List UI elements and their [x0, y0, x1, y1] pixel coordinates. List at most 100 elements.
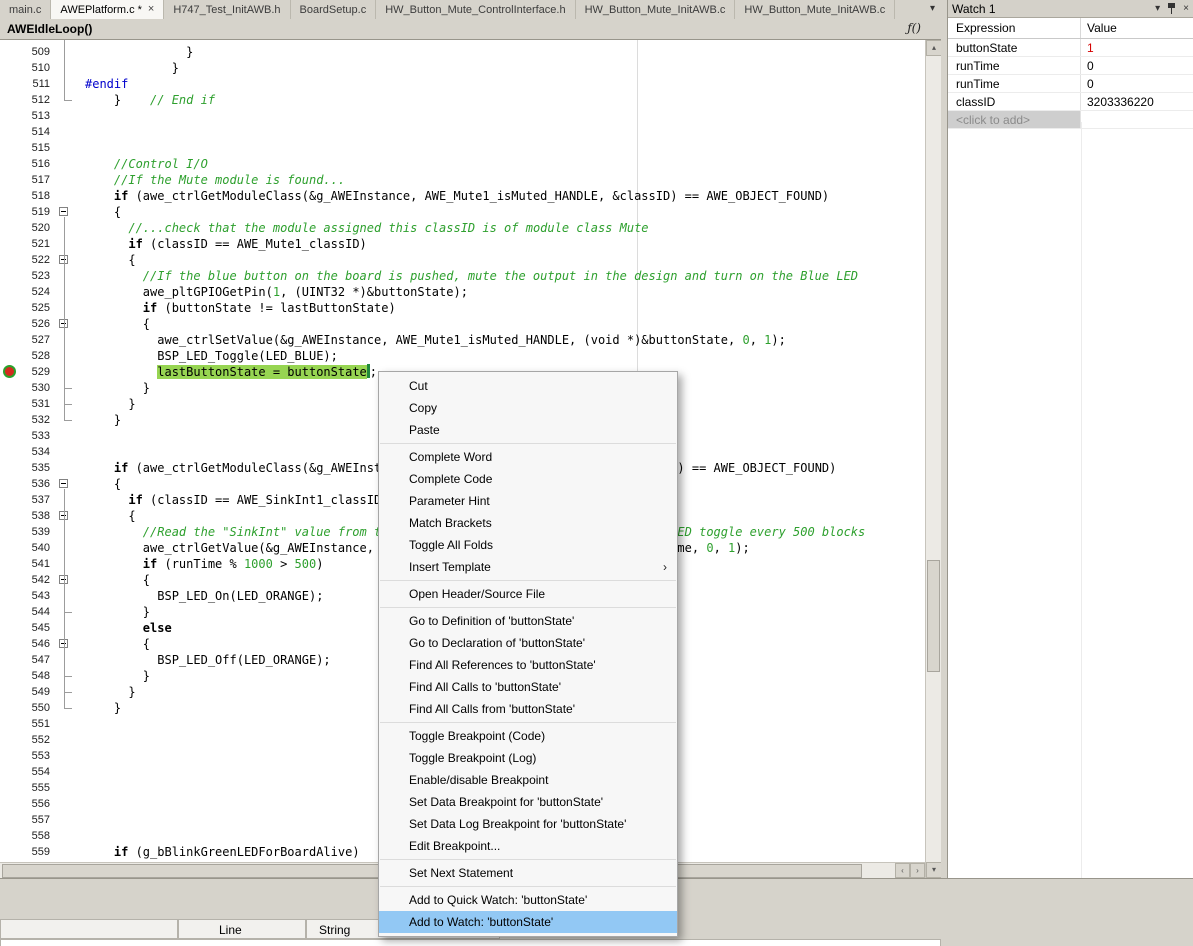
breakpoint-gutter[interactable] — [0, 412, 20, 428]
breakpoint-gutter[interactable] — [0, 140, 20, 156]
code-line[interactable]: 513 — [0, 108, 925, 124]
breakpoint-gutter[interactable] — [0, 220, 20, 236]
breakpoint-gutter[interactable] — [0, 844, 20, 860]
breakpoint-gutter[interactable] — [0, 236, 20, 252]
breakpoint-gutter[interactable] — [0, 764, 20, 780]
context-menu-item[interactable]: Open Header/Source File — [379, 583, 677, 605]
context-menu-item[interactable]: Complete Word — [379, 446, 677, 468]
code-line[interactable]: 512 } // End if — [0, 92, 925, 108]
context-menu-item[interactable]: Go to Declaration of 'buttonState' — [379, 632, 677, 654]
window-menu-icon[interactable]: ▾ — [1155, 4, 1160, 14]
breakpoint-gutter[interactable] — [0, 364, 20, 380]
editor-tab[interactable]: HW_Button_Mute_InitAWB.c — [735, 0, 895, 19]
breakpoint-gutter[interactable] — [0, 444, 20, 460]
breakpoint-gutter[interactable] — [0, 748, 20, 764]
vertical-scrollbar-thumb[interactable] — [927, 560, 940, 672]
code-line[interactable]: 516 //Control I/O — [0, 156, 925, 172]
breakpoint-gutter[interactable] — [0, 188, 20, 204]
watch-row[interactable]: classID3203336220 — [948, 93, 1193, 111]
breakpoint-gutter[interactable] — [0, 524, 20, 540]
scroll-up-icon[interactable]: ▴ — [926, 40, 942, 56]
context-menu-item[interactable]: Set Data Breakpoint for 'buttonState' — [379, 791, 677, 813]
editor-tab[interactable]: HW_Button_Mute_InitAWB.c — [576, 0, 736, 19]
code-line[interactable]: 510 } — [0, 60, 925, 76]
code-line[interactable]: 517 //If the Mute module is found... — [0, 172, 925, 188]
breakpoint-gutter[interactable] — [0, 508, 20, 524]
breakpoint-gutter[interactable] — [0, 332, 20, 348]
pin-icon[interactable] — [1167, 3, 1176, 14]
code-line[interactable]: 514 — [0, 124, 925, 140]
watch-row[interactable]: <click to add> — [948, 111, 1193, 129]
watch-expression[interactable]: <click to add> — [948, 111, 1081, 128]
breakpoint-gutter[interactable] — [0, 636, 20, 652]
breakpoint-gutter[interactable] — [0, 652, 20, 668]
context-menu-item[interactable]: Enable/disable Breakpoint — [379, 769, 677, 791]
fold-collapse-icon[interactable] — [59, 639, 68, 648]
watch-expression[interactable]: runTime — [948, 57, 1081, 74]
fold-collapse-icon[interactable] — [59, 511, 68, 520]
breakpoint-gutter[interactable] — [0, 620, 20, 636]
breakpoint-gutter[interactable] — [0, 300, 20, 316]
breakpoint-gutter[interactable] — [0, 556, 20, 572]
breakpoint-gutter[interactable] — [0, 44, 20, 60]
code-line[interactable]: 515 — [0, 140, 925, 156]
breakpoint-gutter[interactable] — [0, 476, 20, 492]
context-menu-item[interactable]: Find All Calls to 'buttonState' — [379, 676, 677, 698]
context-menu-item[interactable]: Insert Template› — [379, 556, 677, 578]
code-line[interactable]: 518 if (awe_ctrlGetModuleClass(&g_AWEIns… — [0, 188, 925, 204]
breakpoint-gutter[interactable] — [0, 796, 20, 812]
breakpoint-gutter[interactable] — [0, 780, 20, 796]
code-line[interactable]: 511#endif — [0, 76, 925, 92]
value-column-header[interactable]: Value — [1081, 18, 1193, 38]
breakpoint-gutter[interactable] — [0, 572, 20, 588]
code-line[interactable]: 522 { — [0, 252, 925, 268]
watch-expression[interactable]: classID — [948, 93, 1081, 110]
breakpoint-gutter[interactable] — [0, 428, 20, 444]
breakpoint-gutter[interactable] — [0, 284, 20, 300]
breakpoint-gutter[interactable] — [0, 204, 20, 220]
close-icon[interactable]: × — [1183, 4, 1189, 14]
breakpoint-gutter[interactable] — [0, 540, 20, 556]
context-menu-item[interactable]: Edit Breakpoint... — [379, 835, 677, 857]
vertical-scrollbar[interactable]: ▴ ▾ — [925, 40, 941, 878]
breakpoint-gutter[interactable] — [0, 716, 20, 732]
context-menu-item[interactable]: Add to Quick Watch: 'buttonState' — [379, 889, 677, 911]
context-menu-item[interactable]: Add to Watch: 'buttonState' — [379, 911, 677, 933]
breakpoint-gutter[interactable] — [0, 92, 20, 108]
editor-tab[interactable]: main.c — [0, 0, 51, 19]
breakpoint-gutter[interactable] — [0, 124, 20, 140]
breakpoint-gutter[interactable] — [0, 172, 20, 188]
context-menu-item[interactable]: Toggle Breakpoint (Code) — [379, 725, 677, 747]
code-line[interactable]: 528 BSP_LED_Toggle(LED_BLUE); — [0, 348, 925, 364]
context-menu-item[interactable]: Complete Code — [379, 468, 677, 490]
watch-title-bar[interactable]: Watch 1 ▾ × — [948, 0, 1193, 18]
code-line[interactable]: 525 if (buttonState != lastButtonState) — [0, 300, 925, 316]
code-line[interactable]: 519 { — [0, 204, 925, 220]
code-line[interactable]: 520 //...check that the module assigned … — [0, 220, 925, 236]
breakpoint-gutter[interactable] — [0, 828, 20, 844]
editor-tab[interactable]: HW_Button_Mute_ControlInterface.h — [376, 0, 575, 19]
scroll-left-icon[interactable]: ‹ — [895, 863, 910, 878]
breakpoint-gutter[interactable] — [0, 700, 20, 716]
context-menu-item[interactable]: Toggle Breakpoint (Log) — [379, 747, 677, 769]
breakpoint-gutter[interactable] — [0, 252, 20, 268]
tab-list-dropdown-icon[interactable]: ▾ — [930, 3, 935, 14]
breakpoint-gutter[interactable] — [0, 156, 20, 172]
breakpoint-gutter[interactable] — [0, 860, 20, 862]
editor-tab[interactable]: H747_Test_InitAWB.h — [164, 0, 290, 19]
bottom-column-header-line[interactable]: Line — [178, 919, 306, 939]
code-line[interactable]: 521 if (classID == AWE_Mute1_classID) — [0, 236, 925, 252]
breakpoint-gutter[interactable] — [0, 380, 20, 396]
code-line[interactable]: 523 //If the blue button on the board is… — [0, 268, 925, 284]
watch-expression[interactable]: buttonState — [948, 39, 1081, 56]
context-menu-item[interactable]: Set Next Statement — [379, 862, 677, 884]
scroll-right-icon[interactable]: › — [910, 863, 925, 878]
context-menu-item[interactable]: Paste — [379, 419, 677, 441]
function-list-icon[interactable]: ƒ() — [907, 21, 921, 35]
fold-collapse-icon[interactable] — [59, 479, 68, 488]
breakpoint-gutter[interactable] — [0, 76, 20, 92]
breakpoint-gutter[interactable] — [0, 268, 20, 284]
editor-tab[interactable]: BoardSetup.c — [291, 0, 377, 19]
watch-row[interactable]: runTime0 — [948, 75, 1193, 93]
context-menu-item[interactable]: Toggle All Folds — [379, 534, 677, 556]
